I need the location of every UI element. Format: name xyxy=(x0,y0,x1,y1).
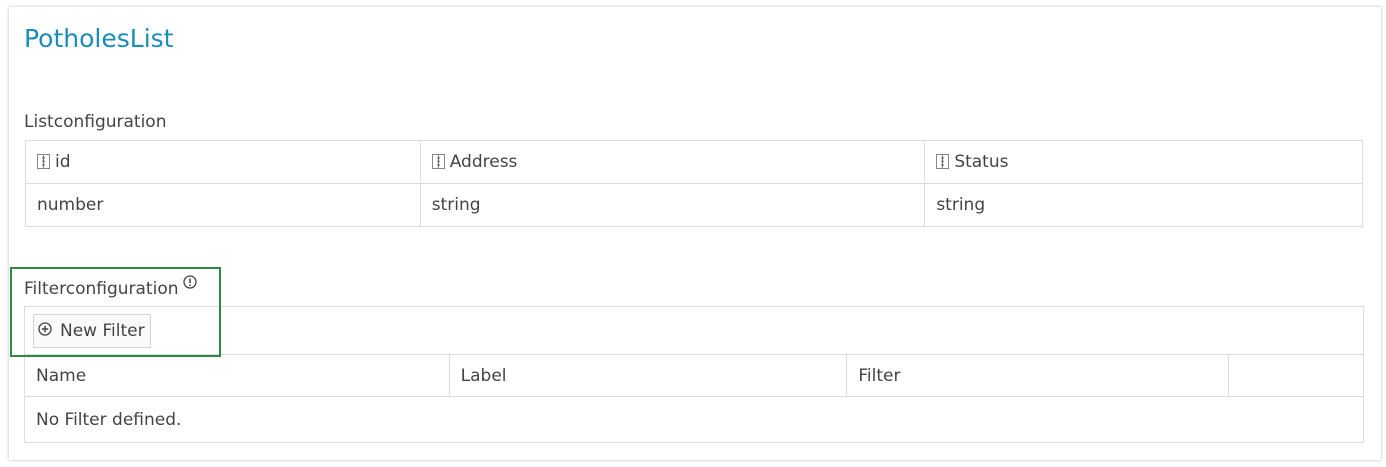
filter-header-row: Name Label Filter xyxy=(24,354,1364,397)
filter-empty-row: No Filter defined. xyxy=(24,396,1364,443)
list-configuration-label: Listconfiguration xyxy=(24,112,167,132)
filter-configuration-label: Filterconfiguration xyxy=(24,279,179,299)
column-type-id: number xyxy=(25,183,421,227)
no-filter-message: No Filter defined. xyxy=(24,396,1364,443)
drag-handle-icon[interactable] xyxy=(936,154,950,169)
column-name: Status xyxy=(954,152,1009,172)
column-name: id xyxy=(55,152,71,172)
column-name: Address xyxy=(449,152,518,172)
add-circle-icon xyxy=(38,322,52,336)
new-filter-label: New Filter xyxy=(60,321,145,341)
filter-table: Name Label Filter No Filter defined. xyxy=(24,354,1364,443)
column-header-address[interactable]: Address xyxy=(419,140,926,184)
list-type-row: number string string xyxy=(25,183,1363,227)
filter-header-name: Name xyxy=(24,354,450,397)
new-filter-button[interactable]: New Filter xyxy=(33,314,151,348)
column-header-status[interactable]: Status xyxy=(924,140,1363,184)
filter-header-actions xyxy=(1228,354,1364,397)
filter-configuration-box: New Filter Name Label Filter No Filter d… xyxy=(24,306,1364,443)
info-icon[interactable] xyxy=(183,275,197,289)
drag-handle-icon[interactable] xyxy=(37,154,50,169)
drag-handle-icon[interactable] xyxy=(431,154,445,169)
page-title: PotholesList xyxy=(24,24,174,53)
filter-header-label: Label xyxy=(448,354,848,397)
filter-header-filter: Filter xyxy=(846,354,1230,397)
potholes-list-panel: PotholesList Listconfiguration id Addres… xyxy=(9,7,1381,460)
list-header-row: id Address Status xyxy=(25,140,1363,184)
column-type-status: string xyxy=(924,183,1363,227)
list-configuration-table: id Address Status number string string xyxy=(25,140,1363,227)
column-type-address: string xyxy=(419,183,926,227)
column-header-id[interactable]: id xyxy=(25,140,421,184)
